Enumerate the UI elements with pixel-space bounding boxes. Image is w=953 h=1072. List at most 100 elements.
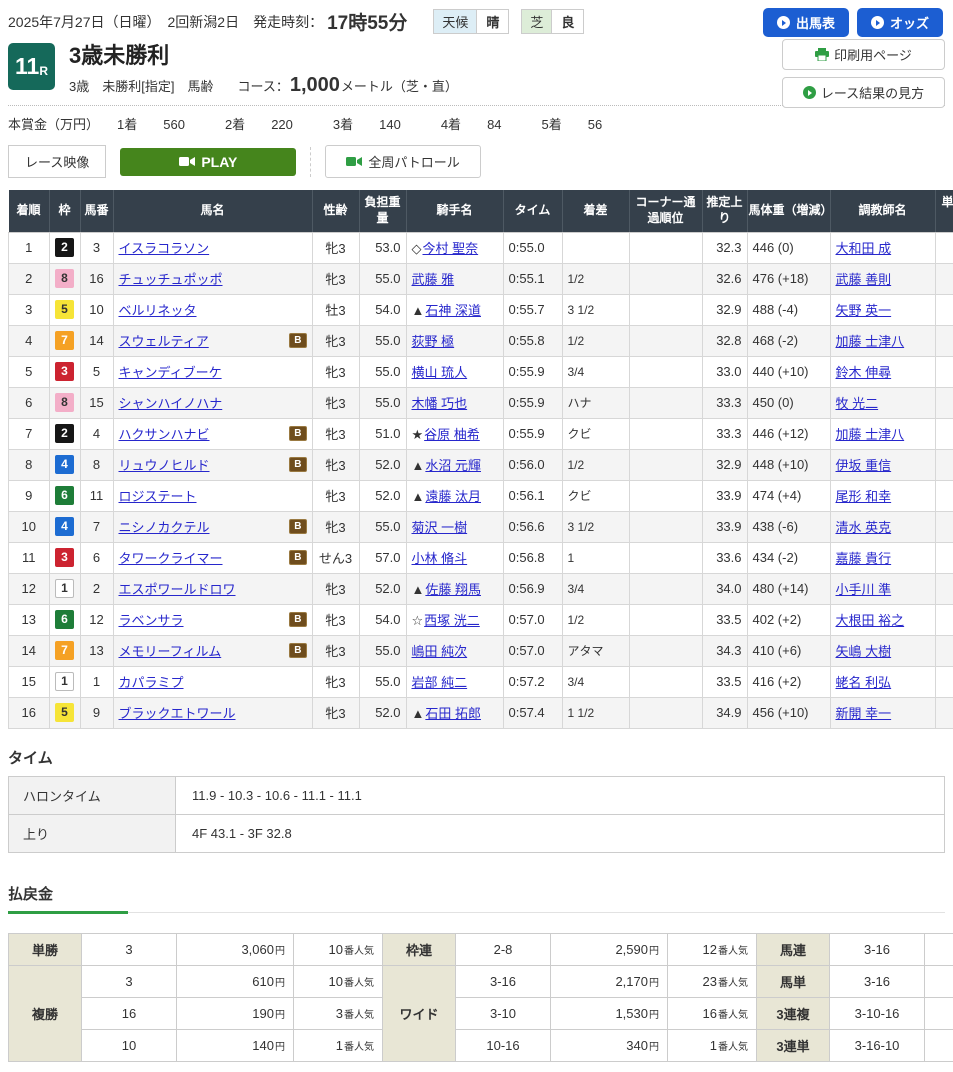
horse-name-link[interactable]: ブラックエトワール — [119, 703, 236, 722]
horse-name-link[interactable]: ニシノカクテル — [119, 517, 210, 536]
horse-name-wrap: ハクサンハナビB — [119, 424, 307, 443]
play-video-button[interactable]: PLAY — [120, 148, 296, 176]
jockey-link[interactable]: 西塚 洸二 — [424, 613, 480, 628]
trainer-link[interactable]: 鈴木 伸尋 — [836, 365, 892, 380]
frame-cell: 2 — [49, 232, 80, 263]
horse-number: 14 — [80, 325, 113, 356]
horse-name-link[interactable]: イスラコラソン — [119, 238, 210, 257]
horse-name-wrap: ニシノカクテルB — [119, 517, 307, 536]
horse-name-link[interactable]: シャンハイノハナ — [119, 393, 223, 412]
win-popularity: 8 — [935, 542, 953, 573]
shutsuba-button[interactable]: 出馬表 — [763, 8, 849, 37]
jockey-link[interactable]: 石神 深道 — [425, 303, 481, 318]
horse-name-link[interactable]: カパラミプ — [119, 672, 184, 691]
jockey-link[interactable]: 谷原 柚希 — [424, 427, 480, 442]
horse-name-link[interactable]: チュッチュポッポ — [119, 269, 223, 288]
carried-weight: 55.0 — [359, 635, 406, 666]
finish-position: 4 — [9, 325, 50, 356]
jockey-link[interactable]: 荻野 極 — [412, 334, 455, 349]
corner-order — [629, 542, 702, 573]
horse-weight: 476 (+18) — [747, 263, 830, 294]
trainer-cell: 牧 光二 — [830, 387, 935, 418]
jockey-link[interactable]: 嶋田 純次 — [412, 644, 468, 659]
horse-name-cell: ロジステート — [113, 480, 312, 511]
jockey-link[interactable]: 武藤 雅 — [412, 272, 455, 287]
trainer-link[interactable]: 伊坂 重信 — [836, 458, 892, 473]
result-guide-button[interactable]: レース結果の見方 — [782, 77, 945, 108]
payout-combination: 3 — [82, 965, 177, 997]
trainer-link[interactable]: 牧 光二 — [836, 396, 879, 411]
result-row: 724ハクサンハナビB牝351.0★谷原 柚希0:55.9クビ33.3446 (… — [9, 418, 953, 449]
horse-name-wrap: チュッチュポッポ — [119, 269, 307, 288]
margin: アタマ — [562, 635, 629, 666]
frame-badge: 8 — [55, 269, 74, 288]
estimated-last-3f: 32.6 — [702, 263, 747, 294]
race-conditions-line: 3歳 未勝利[指定] 馬齢 コース：1,000メートル（芝・直） — [69, 74, 458, 97]
estimated-last-3f: 32.9 — [702, 294, 747, 325]
jockey-link[interactable]: 岩部 純二 — [412, 675, 468, 690]
race-date-line: 2025年7月27日（日曜） 2回新潟2日 発走時刻： 17時55分 天候 晴 … — [8, 8, 584, 35]
horse-name-link[interactable]: メモリーフィルム — [119, 641, 222, 660]
result-row: 13612ラベンサラB牝354.0☆西塚 洸二0:57.01/233.5402 … — [9, 604, 953, 635]
horse-name-link[interactable]: ハクサンハナビ — [119, 424, 210, 443]
horse-name-link[interactable]: ベルリネッタ — [119, 300, 197, 319]
horse-name-link[interactable]: スウェルティア — [119, 331, 209, 350]
furlong-time-value: 11.9 - 10.3 - 10.6 - 11.1 - 11.1 — [176, 776, 945, 814]
jockey-link[interactable]: 遠藤 汰月 — [425, 489, 481, 504]
jockey-link[interactable]: 菊沢 一樹 — [412, 520, 468, 535]
trainer-cell: 尾形 和幸 — [830, 480, 935, 511]
trainer-link[interactable]: 矢嶋 大樹 — [836, 644, 892, 659]
horse-name-cell: ベルリネッタ — [113, 294, 312, 325]
trainer-link[interactable]: 小手川 準 — [836, 582, 892, 597]
trainer-link[interactable]: 大和田 成 — [836, 241, 892, 256]
payout-amount: 6,510円 — [925, 933, 953, 965]
jockey-link[interactable]: 石田 拓郎 — [425, 706, 481, 721]
jockey-link[interactable]: 水沼 元輝 — [425, 458, 481, 473]
corner-order — [629, 294, 702, 325]
payout-popularity: 1番人気 — [668, 1029, 757, 1061]
trainer-link[interactable]: 武藤 善則 — [836, 272, 892, 287]
jockey-link[interactable]: 横山 琉人 — [412, 365, 468, 380]
horse-number: 15 — [80, 387, 113, 418]
frame-badge: 7 — [55, 331, 74, 350]
horse-name-link[interactable]: エスポワールドロワ — [119, 579, 236, 598]
jockey-cell: ▲遠藤 汰月 — [406, 480, 503, 511]
trainer-link[interactable]: 蛯名 利弘 — [836, 675, 892, 690]
jockey-link[interactable]: 佐藤 翔馬 — [425, 582, 481, 597]
odds-button[interactable]: オッズ — [857, 8, 943, 37]
trainer-link[interactable]: 加藤 士津八 — [836, 334, 905, 349]
jockey-link[interactable]: 今村 聖奈 — [423, 241, 479, 256]
horse-name-link[interactable]: キャンディブーケ — [119, 362, 222, 381]
patrol-video-button[interactable]: 全周パトロール — [325, 145, 480, 178]
horse-name-link[interactable]: リュウノヒルド — [119, 455, 210, 474]
sex-age: 牝3 — [312, 263, 359, 294]
horse-name-link[interactable]: ロジステート — [119, 486, 197, 505]
carried-weight: 54.0 — [359, 294, 406, 325]
horse-weight: 402 (+2) — [747, 604, 830, 635]
trainer-link[interactable]: 加藤 士津八 — [836, 427, 905, 442]
column-header: コーナー通過順位 — [629, 190, 702, 232]
sex-age: 牝3 — [312, 666, 359, 697]
horse-name-link[interactable]: タワークライマー — [119, 548, 223, 567]
bet-type-label: ワイド — [383, 965, 456, 1061]
trainer-link[interactable]: 尾形 和幸 — [836, 489, 892, 504]
jockey-link[interactable]: 小林 脩斗 — [412, 551, 468, 566]
sex-age: 牡3 — [312, 294, 359, 325]
horse-name-cell: ハクサンハナビB — [113, 418, 312, 449]
trainer-link[interactable]: 矢野 英一 — [836, 303, 892, 318]
win-popularity: 4 — [935, 387, 953, 418]
race-info: 3歳未勝利 3歳 未勝利[指定] 馬齢 コース：1,000メートル（芝・直） — [69, 43, 458, 97]
jockey-link[interactable]: 木幡 巧也 — [412, 396, 468, 411]
finish-time: 0:56.8 — [503, 542, 562, 573]
trainer-link[interactable]: 嘉藤 貴行 — [836, 551, 892, 566]
race-title: 3歳未勝利 — [69, 43, 458, 69]
trainer-link[interactable]: 大根田 裕之 — [836, 613, 905, 628]
trainer-link[interactable]: 清水 英克 — [836, 520, 892, 535]
column-header: 負担重量 — [359, 190, 406, 232]
print-page-button[interactable]: 印刷用ページ — [782, 39, 945, 70]
unit-suffix: 円 — [649, 1010, 659, 1021]
payout-combination: 2-8 — [456, 933, 551, 965]
trainer-link[interactable]: 新開 幸一 — [836, 706, 892, 721]
horse-name-link[interactable]: ラベンサラ — [119, 610, 184, 629]
finish-time: 0:57.0 — [503, 604, 562, 635]
